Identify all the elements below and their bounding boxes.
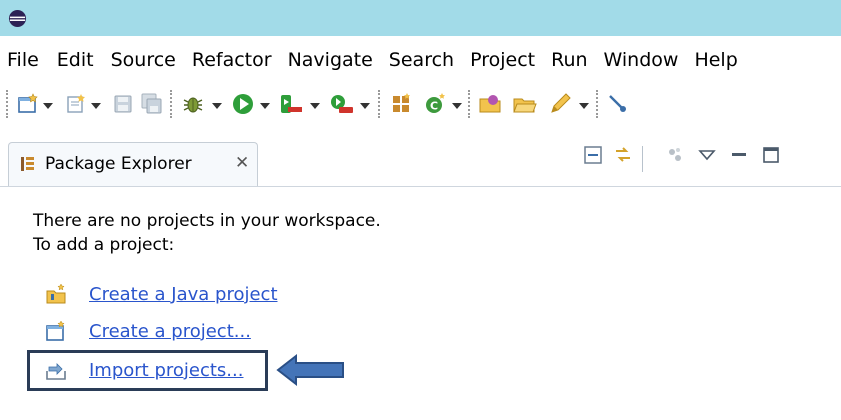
- eclipse-logo-icon: [8, 9, 27, 28]
- debug-icon[interactable]: [180, 92, 206, 116]
- menu-refactor[interactable]: Refactor: [192, 49, 272, 71]
- minimize-icon[interactable]: [728, 144, 750, 166]
- view-header: Package Explorer ✕: [0, 134, 841, 187]
- create-project-link[interactable]: Create a project...: [89, 321, 251, 342]
- menu-search[interactable]: Search: [389, 49, 454, 71]
- toolbar-separator: [468, 90, 472, 118]
- tab-package-explorer[interactable]: Package Explorer ✕: [8, 142, 258, 186]
- open-type-icon[interactable]: [478, 92, 504, 116]
- svg-text:C: C: [430, 100, 438, 113]
- toolbar-separator: [378, 90, 382, 118]
- coverage-icon[interactable]: [278, 92, 304, 116]
- chevron-down-icon[interactable]: [360, 103, 370, 109]
- toolbar-separator: [170, 90, 174, 118]
- empty-workspace-message: There are no projects in your workspace.: [33, 211, 381, 231]
- package-explorer-icon: [21, 157, 34, 171]
- menu-help[interactable]: Help: [694, 49, 737, 71]
- menu-window[interactable]: Window: [604, 49, 679, 71]
- chevron-down-icon[interactable]: [91, 103, 101, 109]
- maximize-icon[interactable]: [760, 144, 782, 166]
- create-java-project-link[interactable]: Create a Java project: [89, 284, 278, 305]
- link-with-editor-icon[interactable]: [612, 144, 634, 166]
- toolbar-separator: [6, 90, 10, 118]
- title-bar: [0, 0, 841, 36]
- new-java-class-icon[interactable]: C: [423, 92, 447, 116]
- chevron-down-icon[interactable]: [579, 103, 589, 109]
- import-projects-highlight-box: [27, 350, 268, 391]
- open-project-icon[interactable]: [512, 92, 538, 116]
- chevron-down-icon[interactable]: [43, 103, 53, 109]
- toolbar-separator: [596, 90, 600, 118]
- add-project-hint: To add a project:: [33, 235, 175, 255]
- run-icon[interactable]: [231, 92, 255, 116]
- menu-project[interactable]: Project: [470, 49, 535, 71]
- save-all-icon[interactable]: [140, 92, 164, 116]
- chevron-down-icon[interactable]: [260, 103, 270, 109]
- package-explorer-content: There are no projects in your workspace.…: [0, 187, 841, 420]
- collapse-all-icon[interactable]: [582, 144, 604, 166]
- edit-icon[interactable]: [548, 92, 574, 116]
- save-icon[interactable]: [111, 92, 135, 116]
- chevron-down-icon[interactable]: [452, 103, 462, 109]
- new-java-file-icon[interactable]: [64, 92, 88, 116]
- view-toolbar-divider: [642, 146, 643, 172]
- new-project-icon: [46, 320, 65, 341]
- menu-file[interactable]: File: [7, 49, 39, 71]
- menu-edit[interactable]: Edit: [57, 49, 94, 71]
- chevron-down-icon[interactable]: [212, 103, 222, 109]
- main-toolbar: C: [0, 84, 841, 126]
- arrow-left-icon: [276, 353, 344, 387]
- menu-bar: File Edit Source Refactor Navigate Searc…: [0, 44, 841, 76]
- menu-run[interactable]: Run: [551, 49, 587, 71]
- new-java-project-icon: [46, 283, 66, 304]
- menu-navigate[interactable]: Navigate: [288, 49, 373, 71]
- tab-label: Package Explorer: [45, 154, 192, 174]
- menu-source[interactable]: Source: [111, 49, 176, 71]
- toggle-breadcrumb-icon[interactable]: [606, 92, 630, 116]
- external-tools-icon[interactable]: [329, 92, 355, 116]
- new-java-package-icon[interactable]: [389, 92, 413, 116]
- focus-icon[interactable]: [664, 144, 686, 166]
- close-icon[interactable]: ✕: [235, 153, 249, 173]
- create-project-row[interactable]: Create a project...: [45, 318, 251, 344]
- view-menu-icon[interactable]: [696, 144, 718, 166]
- new-wizard-icon[interactable]: [16, 92, 40, 116]
- chevron-down-icon[interactable]: [310, 103, 320, 109]
- create-java-project-row[interactable]: Create a Java project: [45, 281, 278, 307]
